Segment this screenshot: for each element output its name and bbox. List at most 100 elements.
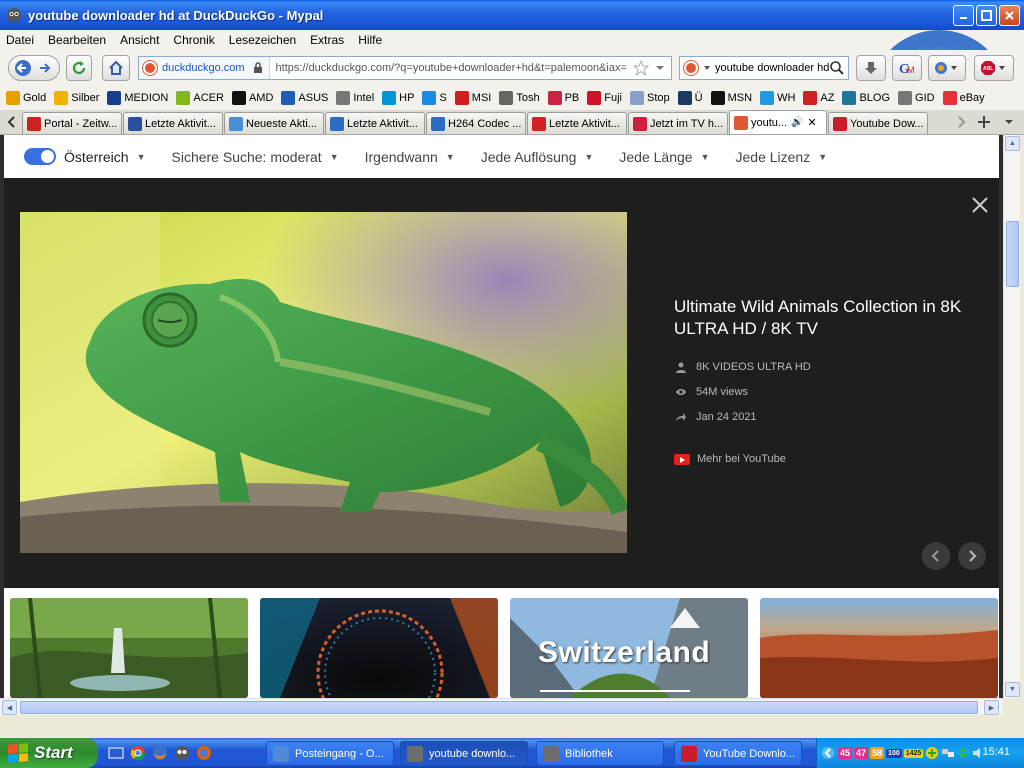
bookmark-item[interactable]: HP (382, 91, 414, 105)
start-button[interactable]: Start (0, 738, 98, 768)
carousel-next-button[interactable] (958, 542, 986, 570)
search-icon[interactable] (829, 60, 845, 76)
address-bar[interactable]: duckduckgo.com https://duckduckgo.com/?q… (138, 56, 672, 80)
bookmark-item[interactable]: BLOG (842, 91, 890, 105)
horizontal-scrollbar[interactable]: ◀ ▶ (0, 698, 1003, 715)
tab[interactable]: Letzte Aktivit... (527, 112, 627, 134)
tray-badge[interactable]: 47 (854, 747, 869, 759)
search-bar[interactable]: youtube downloader hd (679, 56, 849, 80)
tray-badge[interactable]: 45 (838, 747, 853, 759)
video-title[interactable]: Ultimate Wild Animals Collection in 8K U… (674, 296, 964, 340)
menu-bearbeiten[interactable]: Bearbeiten (48, 33, 106, 47)
search-input[interactable]: youtube downloader hd (711, 62, 829, 74)
clock[interactable]: 15:41 (982, 746, 1010, 758)
url-text[interactable]: https://duckduckgo.com/?q=youtube+downlo… (270, 62, 633, 74)
tab[interactable]: Portal - Zeitw... (22, 112, 122, 134)
bookmark-item[interactable]: ACER (176, 91, 224, 105)
result-thumbnail[interactable]: Switzerland (510, 598, 748, 698)
downloads-button[interactable] (856, 55, 886, 81)
tab[interactable]: Jetzt im TV h... (628, 112, 728, 134)
resolution-filter[interactable]: Jede Auflösung ▼ (481, 149, 594, 165)
tab[interactable]: Youtube Dow... (828, 112, 928, 134)
firefox-icon-2[interactable] (196, 745, 212, 761)
audio-playing-icon[interactable]: 🔊 (791, 117, 803, 128)
tab[interactable]: Letzte Aktivit... (325, 112, 425, 134)
tab-list-icon[interactable] (1003, 116, 1015, 128)
bookmark-item[interactable]: GID (898, 91, 935, 105)
tray-badge[interactable]: 58 (870, 747, 885, 759)
forward-arrow-icon[interactable] (34, 59, 56, 77)
tray-plus-icon[interactable] (925, 746, 939, 760)
chrome-icon[interactable] (130, 745, 146, 761)
tab[interactable]: Letzte Aktivit... (123, 112, 223, 134)
region-toggle[interactable] (24, 148, 56, 165)
length-filter[interactable]: Jede Länge ▼ (619, 149, 709, 165)
tray-badge[interactable]: 1425 (903, 748, 924, 758)
menu-chronik[interactable]: Chronik (173, 33, 214, 47)
close-window-button[interactable] (999, 5, 1020, 26)
menu-lesezeichen[interactable]: Lesezeichen (229, 33, 296, 47)
back-arrow-icon[interactable] (12, 59, 34, 77)
menu-ansicht[interactable]: Ansicht (120, 33, 159, 47)
time-filter[interactable]: Irgendwann ▼ (365, 149, 455, 165)
menu-extras[interactable]: Extras (310, 33, 344, 47)
gmail-notifier-button[interactable]: GM (892, 55, 922, 81)
bookmark-item[interactable]: Stop (630, 91, 670, 105)
vertical-scroll-thumb[interactable] (1006, 221, 1019, 287)
safe-search-filter[interactable]: Sichere Suche: moderat ▼ (172, 149, 339, 165)
license-filter[interactable]: Jede Lizenz ▼ (736, 149, 828, 165)
scroll-left-button[interactable]: ◀ (2, 700, 17, 715)
bookmark-item[interactable]: AMD (231, 91, 273, 105)
scroll-up-button[interactable]: ▲ (1005, 136, 1020, 151)
adblock-button[interactable]: ABL (974, 55, 1014, 81)
sync-arrows-icon[interactable] (957, 746, 969, 760)
maximize-button[interactable] (976, 5, 997, 26)
scroll-right-button[interactable]: ▶ (984, 700, 999, 715)
bookmark-item[interactable]: Fuji (587, 91, 622, 105)
bookmark-item[interactable]: AZ (803, 91, 834, 105)
home-button[interactable] (102, 55, 130, 81)
bookmark-item[interactable]: MEDION (107, 91, 168, 105)
site-identity[interactable]: duckduckgo.com (139, 57, 270, 79)
bookmark-item[interactable]: Gold (6, 91, 46, 105)
tray-badge[interactable]: 100 (886, 748, 902, 758)
bookmark-item[interactable]: S (422, 91, 447, 105)
firefox-icon[interactable] (152, 745, 168, 761)
bookmark-item[interactable]: Tosh (499, 91, 540, 105)
bookmark-item[interactable]: eBay (942, 91, 985, 105)
taskbar-window-button[interactable]: Bibliothek (536, 741, 664, 766)
result-thumbnail[interactable] (260, 598, 498, 698)
scroll-down-button[interactable]: ▼ (1005, 682, 1020, 697)
tab[interactable]: Neueste Akti... (224, 112, 324, 134)
taskbar-window-button[interactable]: youtube downlo... (400, 741, 528, 766)
close-overlay-icon[interactable] (971, 196, 989, 214)
scroll-tabs-left-icon[interactable] (6, 115, 18, 129)
bookmark-star-icon[interactable] (633, 60, 649, 76)
menu-datei[interactable]: Datei (6, 33, 34, 47)
more-on-youtube-link[interactable]: Mehr bei YouTube (674, 453, 964, 465)
search-engine-icon[interactable] (684, 61, 698, 75)
bookmark-item[interactable]: Silber (54, 91, 99, 105)
horizontal-scroll-thumb[interactable] (20, 701, 978, 714)
video-preview-image[interactable] (20, 212, 627, 553)
bookmark-item[interactable]: Intel (336, 91, 374, 105)
mypal-icon[interactable] (174, 745, 190, 761)
menu-hilfe[interactable]: Hilfe (358, 33, 382, 47)
vertical-scrollbar[interactable]: ▲ ▼ (1003, 135, 1020, 698)
bookmark-item[interactable]: MSI (454, 91, 491, 105)
carousel-prev-button[interactable] (922, 542, 950, 570)
reload-button[interactable] (66, 55, 92, 81)
taskbar-window-button[interactable]: YouTube Downlo... (674, 741, 802, 766)
result-thumbnail[interactable] (10, 598, 248, 698)
tab-active[interactable]: youtu... 🔊 ✕ (729, 110, 827, 134)
minimize-button[interactable] (953, 5, 974, 26)
tray-expand-icon[interactable] (821, 746, 835, 760)
search-engine-dropdown-icon[interactable] (703, 64, 711, 72)
bookmark-item[interactable]: MSN (710, 91, 752, 105)
bookmark-item[interactable]: Ü (677, 91, 703, 105)
addon-menu-button[interactable] (928, 55, 966, 81)
bookmark-item[interactable]: WH (760, 91, 795, 105)
new-tab-icon[interactable] (977, 115, 991, 129)
show-desktop-icon[interactable] (108, 745, 124, 761)
close-tab-icon[interactable]: ✕ (808, 116, 817, 129)
